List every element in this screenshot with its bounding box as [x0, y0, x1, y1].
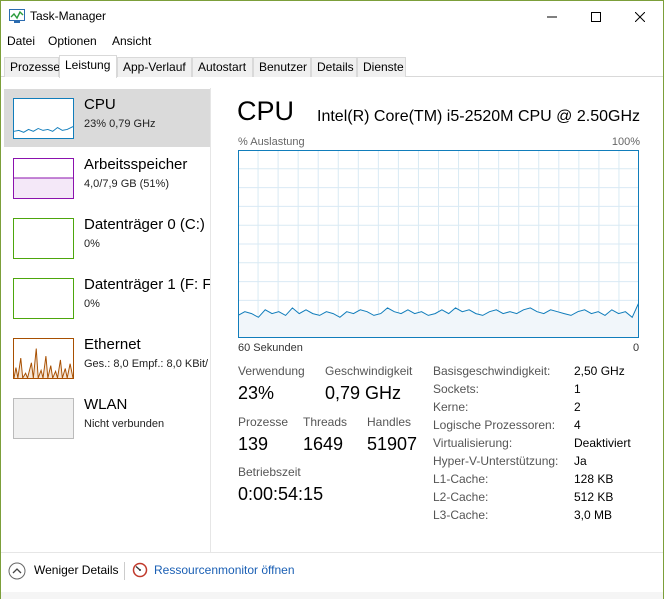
tab-benutzer[interactable]: Benutzer	[253, 57, 311, 77]
info-label: Basisgeschwindigkeit:	[433, 364, 551, 378]
stat-geschwindigkeit-value: 0,79 GHz	[325, 383, 402, 403]
info-label: L1-Cache:	[433, 472, 489, 486]
menu-ansicht[interactable]: Ansicht	[112, 34, 151, 48]
graph-grid	[238, 150, 639, 338]
page-title: CPU	[237, 96, 295, 126]
fewer-details-link[interactable]: Weniger Details	[34, 563, 118, 577]
sidebar-item-datentraeger-0[interactable]: Datenträger 0 (C:) 0%	[4, 209, 210, 267]
sidebar-item-title: WLAN	[84, 396, 128, 413]
maximize-icon	[591, 11, 601, 22]
footer-bar: Weniger Details Ressourcenmonitor öffnen	[1, 552, 663, 592]
window-title: Task-Manager	[30, 9, 107, 23]
tab-strip: Prozesse Leistung App-Verlauf Autostart …	[1, 55, 663, 78]
sidebar-item-title: Ethernet	[84, 336, 141, 353]
info-label: Logische Prozessoren:	[433, 418, 556, 432]
stat-verwendung-label: Verwendung	[238, 364, 305, 378]
minimize-icon	[547, 16, 557, 17]
info-value: 3,0 MB	[574, 508, 613, 522]
wlan-thumbnail-graph	[13, 398, 74, 439]
stat-betriebszeit-label: Betriebszeit	[238, 465, 301, 479]
disk1-thumbnail-graph	[13, 278, 74, 319]
open-resource-monitor-link[interactable]: Ressourcenmonitor öffnen	[154, 563, 295, 577]
minimize-button[interactable]	[529, 1, 575, 32]
maximize-button[interactable]	[573, 1, 619, 32]
stat-threads-label: Threads	[303, 415, 348, 429]
window-bottom-edge	[1, 592, 663, 599]
sidebar-item-title: CPU	[84, 96, 116, 113]
stat-threads-value: 1649	[303, 434, 344, 454]
close-button[interactable]	[617, 1, 663, 32]
chevron-up-circle-icon[interactable]	[8, 562, 26, 580]
stat-betriebszeit-value: 0:00:54:15	[238, 484, 324, 504]
stat-handles-value: 51907	[367, 434, 418, 454]
info-label: Sockets:	[433, 382, 480, 396]
info-value: Deaktiviert	[574, 436, 631, 450]
ethernet-thumbnail-graph	[13, 338, 74, 379]
stat-prozesse-label: Prozesse	[238, 415, 289, 429]
tab-details[interactable]: Details	[311, 57, 357, 77]
info-value: 4	[574, 418, 581, 432]
info-label: L3-Cache:	[433, 508, 489, 522]
time-axis-label: 60 Sekunden	[238, 342, 303, 354]
tab-prozesse[interactable]: Prozesse	[4, 57, 60, 77]
disk0-thumbnail-graph	[13, 218, 74, 259]
menu-optionen[interactable]: Optionen	[48, 34, 97, 48]
menu-datei[interactable]: Datei	[7, 34, 35, 48]
tab-app-verlauf[interactable]: App-Verlauf	[117, 57, 192, 77]
sidebar-item-title: Datenträger 1 (F: F	[84, 276, 211, 293]
stat-prozesse-value: 139	[238, 434, 269, 454]
info-value: 512 KB	[574, 490, 614, 504]
sidebar-item-cpu[interactable]: CPU 23% 0,79 GHz	[4, 89, 210, 147]
sidebar-item-arbeitsspeicher[interactable]: Arbeitsspeicher 4,0/7,9 GB (51%)	[4, 149, 210, 207]
task-manager-icon	[9, 9, 25, 23]
info-value: 128 KB	[574, 472, 614, 486]
stat-geschwindigkeit-label: Geschwindigkeit	[325, 364, 413, 378]
cpu-model-name: Intel(R) Core(TM) i5-2520M CPU @ 2.50GHz	[317, 108, 640, 125]
sidebar-item-subtitle: 0%	[84, 238, 100, 250]
info-value: 2	[574, 400, 581, 414]
performance-content: CPU 23% 0,79 GHz Arbeitsspeicher 4,0/7,9…	[1, 78, 663, 552]
resource-monitor-icon[interactable]	[132, 562, 148, 578]
sidebar-item-datentraeger-1[interactable]: Datenträger 1 (F: F 0%	[4, 269, 210, 327]
info-label: Virtualisierung:	[433, 436, 513, 450]
info-label: L2-Cache:	[433, 490, 489, 504]
tab-leistung[interactable]: Leistung	[59, 55, 117, 78]
footer-divider	[124, 562, 125, 580]
cpu-utilization-graph	[238, 150, 639, 338]
tab-autostart[interactable]: Autostart	[192, 57, 253, 77]
stat-handles-label: Handles	[367, 415, 412, 429]
info-label: Kerne:	[433, 400, 469, 414]
sidebar-item-title: Arbeitsspeicher	[84, 156, 188, 173]
info-value: 1	[574, 382, 581, 396]
cpu-detail-panel: CPU Intel(R) Core(TM) i5-2520M CPU @ 2.5…	[237, 78, 647, 552]
utilization-max-label: 100%	[611, 136, 640, 148]
stat-verwendung-value: 23%	[238, 383, 275, 403]
resource-list: CPU 23% 0,79 GHz Arbeitsspeicher 4,0/7,9…	[1, 88, 211, 552]
sidebar-item-title: Datenträger 0 (C:)	[84, 216, 205, 233]
tab-dienste[interactable]: Dienste	[357, 57, 406, 77]
cpu-thumbnail-graph	[13, 98, 74, 139]
sidebar-item-ethernet[interactable]: Ethernet Ges.: 8,0 Empf.: 8,0 KBit/	[4, 329, 210, 387]
sidebar-item-wlan[interactable]: WLAN Nicht verbunden	[4, 389, 210, 447]
info-value: 2,50 GHz	[574, 364, 625, 378]
info-label: Hyper-V-Unterstützung:	[433, 454, 559, 468]
sidebar-item-subtitle: 0%	[84, 298, 100, 310]
sidebar-item-subtitle: Nicht verbunden	[84, 418, 165, 430]
utilization-axis-label: % Auslastung	[238, 136, 305, 148]
title-bar[interactable]: Task-Manager	[1, 1, 663, 32]
info-value: Ja	[574, 454, 587, 468]
memory-thumbnail-graph	[13, 158, 74, 199]
sidebar-item-subtitle: 4,0/7,9 GB (51%)	[84, 178, 169, 190]
sidebar-item-subtitle: 23% 0,79 GHz	[84, 118, 156, 130]
close-icon	[635, 11, 645, 22]
time-axis-zero: 0	[633, 342, 640, 354]
task-manager-window: Task-Manager Datei Optionen Ansicht Proz…	[0, 0, 664, 599]
sidebar-item-subtitle: Ges.: 8,0 Empf.: 8,0 KBit/	[84, 358, 209, 370]
menu-bar: Datei Optionen Ansicht	[1, 32, 663, 52]
